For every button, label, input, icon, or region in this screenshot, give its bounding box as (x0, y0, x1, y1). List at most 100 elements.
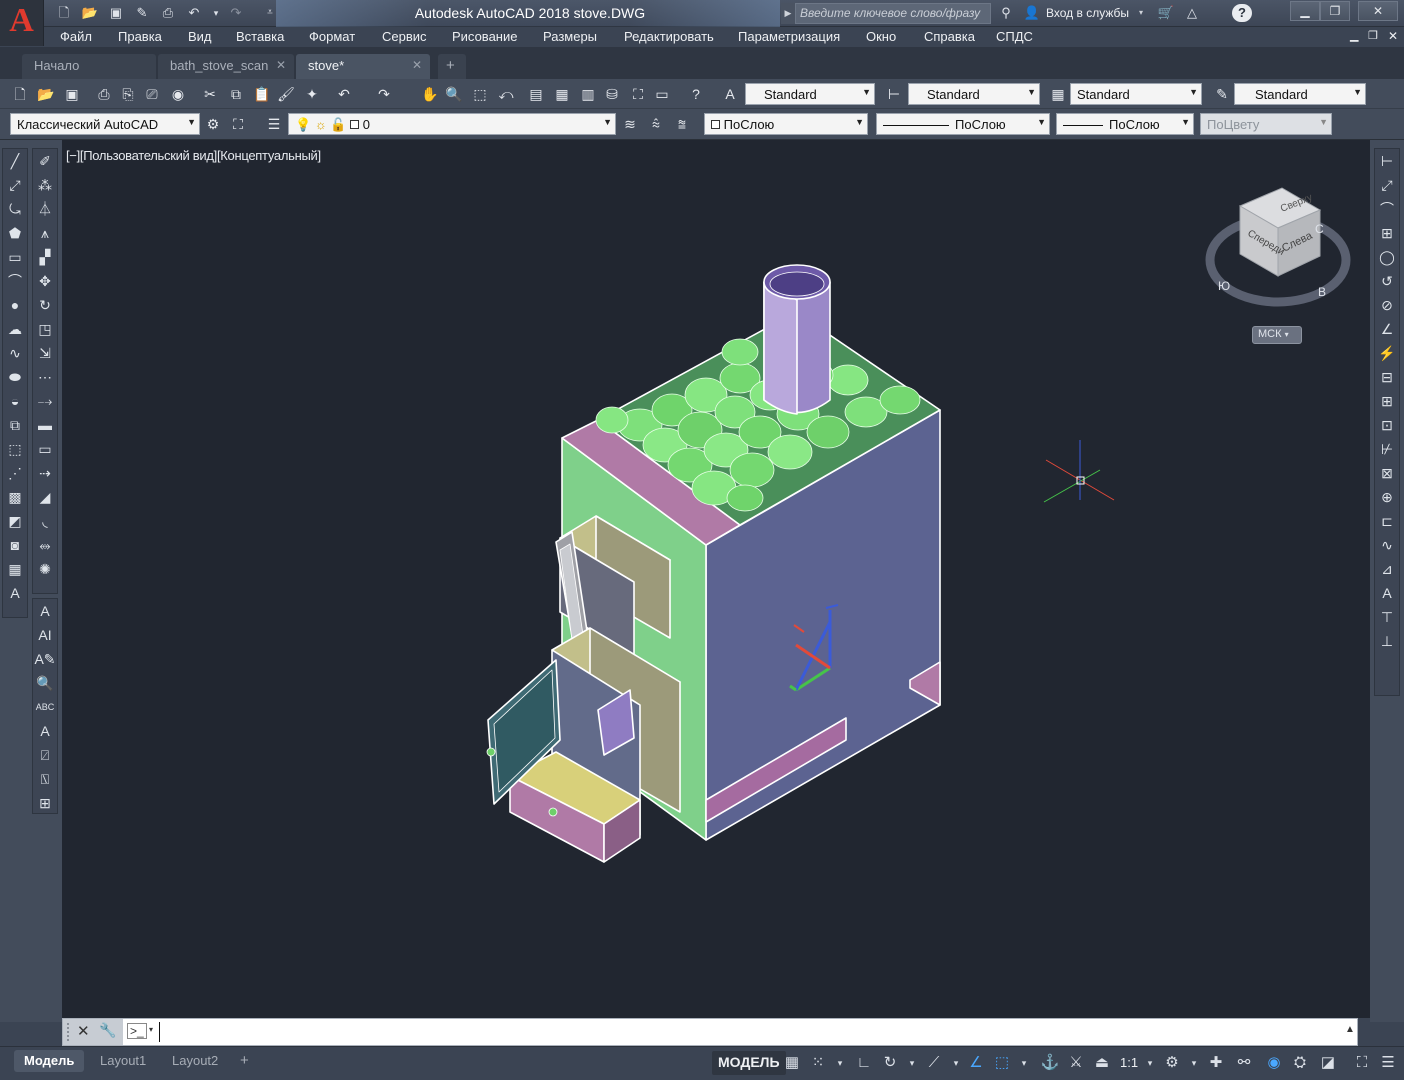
layer-properties-icon[interactable]: ☰ (264, 114, 284, 134)
user-icon[interactable]: 👤 (1022, 4, 1042, 22)
snap-icon[interactable]: ⁙ (808, 1053, 828, 1073)
help-icon[interactable]: ? (686, 84, 706, 104)
wrench-icon[interactable]: 🔧 (99, 1022, 116, 1039)
close-window-button[interactable]: ✕ (1358, 1, 1398, 21)
binoculars-icon[interactable]: ⚲ (996, 4, 1016, 22)
explode-icon[interactable]: ✺ (33, 557, 57, 581)
array-icon[interactable]: ▞ (33, 245, 57, 269)
gear-icon[interactable]: ⚙ (1162, 1053, 1182, 1073)
restore-button[interactable]: ❐ (1320, 1, 1350, 21)
ellipse-icon[interactable]: ⬬ (3, 365, 27, 389)
save-as-icon[interactable]: ✎ (132, 4, 152, 22)
isolate-objects-icon[interactable]: ◉ (1264, 1053, 1284, 1073)
save-icon[interactable]: ▣ (62, 84, 82, 104)
cart-icon[interactable]: 🛒 (1156, 4, 1176, 22)
tool-palettes-icon[interactable]: ▥ (578, 84, 598, 104)
drag-handle-icon[interactable] (67, 1023, 73, 1041)
paste-icon[interactable]: 📋 (252, 84, 272, 104)
scale-text-icon[interactable]: ⍁ (33, 743, 57, 767)
signin-dropdown-icon[interactable]: ▾ (1139, 8, 1143, 17)
doc-close-button[interactable]: ✕ (1388, 29, 1398, 43)
tab-stove[interactable]: stove* ✕ (296, 54, 430, 79)
menu-file[interactable]: Файл (60, 29, 92, 44)
line-icon[interactable]: ╱ (3, 149, 27, 173)
stretch-icon[interactable]: ⇲ (33, 341, 57, 365)
plot-icon[interactable]: ⎙ (94, 84, 114, 104)
plot-icon[interactable]: ⎙ (158, 4, 178, 22)
command-prompt-icon[interactable]: >_ (127, 1023, 147, 1039)
trim-icon[interactable]: ⋯ (33, 365, 57, 389)
ucs-menu-button[interactable]: МСК ▾ (1252, 326, 1302, 344)
single-line-text-icon[interactable]: AI (33, 623, 57, 647)
cut-icon[interactable]: ✂ (200, 84, 220, 104)
redo-icon[interactable]: ↷ (226, 4, 246, 22)
layout-tab-model[interactable]: Модель (14, 1050, 85, 1072)
mtext-icon[interactable]: A (33, 599, 57, 623)
customize-menu-icon[interactable]: ☰ (1378, 1053, 1398, 1073)
insert-block-icon[interactable]: ⧉ (3, 413, 27, 437)
layout-tab-layout1[interactable]: Layout1 (90, 1050, 156, 1072)
drawing-viewport[interactable]: [−][Пользовательский вид][Концептуальный… (62, 140, 1370, 1018)
make-block-icon[interactable]: ⬚ (3, 437, 27, 461)
mleader-style-select[interactable]: Standard ▼ (1234, 83, 1366, 105)
extend-icon[interactable]: ⤍ (33, 389, 57, 413)
center-mark-icon[interactable]: ⊕ (1375, 485, 1399, 509)
menu-window[interactable]: Окно (866, 29, 896, 44)
pan-icon[interactable]: ✋ (420, 84, 440, 104)
layout-tab-layout2[interactable]: Layout2 (162, 1050, 228, 1072)
gradient-icon[interactable]: ◩ (3, 509, 27, 533)
move-icon[interactable]: ✥ (33, 269, 57, 293)
command-input[interactable] (159, 1022, 1329, 1042)
close-icon[interactable]: ✕ (276, 58, 286, 72)
menu-insert[interactable]: Вставка (236, 29, 284, 44)
copy-object-icon[interactable]: ⁂ (33, 173, 57, 197)
table-style-select[interactable]: Standard ▼ (1070, 83, 1202, 105)
jogged-dimension-icon[interactable]: ↺ (1375, 269, 1399, 293)
quick-dimension-icon[interactable]: ⚡ (1375, 341, 1399, 365)
linetype-select[interactable]: ПоСлою ▼ (876, 113, 1050, 135)
open-icon[interactable]: 📂 (36, 84, 56, 104)
workspace-settings-icon[interactable]: ⛶ (228, 114, 248, 134)
spell-check-icon[interactable]: ABC (33, 695, 57, 719)
chevron-down-icon[interactable]: ▾ (149, 1025, 153, 1034)
spline-icon[interactable]: ∿ (3, 341, 27, 365)
dimension-update-icon[interactable]: ⊤ (1375, 605, 1399, 629)
menu-edit[interactable]: Правка (118, 29, 162, 44)
make-current-layer-icon[interactable]: ≋ (620, 114, 640, 134)
chevron-down-icon[interactable]: ▾ (946, 1053, 966, 1073)
polar-tracking-icon[interactable]: ↻ (880, 1053, 900, 1073)
menu-dimension[interactable]: Размеры (543, 29, 597, 44)
fillet-icon[interactable]: ◟ (33, 509, 57, 533)
a360-icon[interactable]: △ (1182, 4, 1202, 22)
table-icon[interactable]: ▦ (3, 557, 27, 581)
jogged-linear-icon[interactable]: ∿ (1375, 533, 1399, 557)
lineweight-select[interactable]: ПоСлою ▼ (1056, 113, 1194, 135)
help-icon[interactable]: ? (1232, 4, 1252, 22)
continue-dimension-icon[interactable]: ⊞ (1375, 389, 1399, 413)
search-input[interactable]: Введите ключевое слово/фразу (795, 3, 991, 24)
zoom-realtime-icon[interactable]: 🔍 (444, 84, 464, 104)
ortho-icon[interactable]: ∟ (854, 1053, 874, 1073)
model-space-button[interactable]: МОДЕЛЬ (712, 1051, 786, 1075)
arc-length-icon[interactable]: ⌒ (1375, 197, 1399, 221)
dimension-space-icon[interactable]: ⊡ (1375, 413, 1399, 437)
offset-icon[interactable]: ⩚ (33, 221, 57, 245)
radius-dimension-icon[interactable]: ◯ (1375, 245, 1399, 269)
menu-parametric[interactable]: Параметризация (738, 29, 840, 44)
layer-states-icon[interactable]: ⩰ (672, 114, 692, 134)
minimize-button[interactable]: ▁ (1290, 1, 1320, 21)
dimension-style-icon[interactable]: ⊥ (1375, 629, 1399, 653)
baseline-dimension-icon[interactable]: ⊟ (1375, 365, 1399, 389)
dimension-text-edit-icon[interactable]: A (1375, 581, 1399, 605)
doc-restore-button[interactable]: ❐ (1368, 29, 1378, 42)
chevron-down-icon[interactable]: ▾ (1014, 1053, 1034, 1073)
quick-properties-icon[interactable]: ⚯ (1234, 1053, 1254, 1073)
rectangle-icon[interactable]: ▭ (3, 245, 27, 269)
convert-distance-icon[interactable]: ⊞ (33, 791, 57, 815)
polyline-icon[interactable]: ⤿ (3, 197, 27, 221)
break-at-point-icon[interactable]: ▬ (33, 413, 57, 437)
tab-bath-stove-scan[interactable]: bath_stove_scan ✕ (158, 54, 294, 79)
point-icon[interactable]: ⋰ (3, 461, 27, 485)
dimension-edit-icon[interactable]: ⊿ (1375, 557, 1399, 581)
dimension-style-icon[interactable]: ⊢ (884, 84, 904, 104)
